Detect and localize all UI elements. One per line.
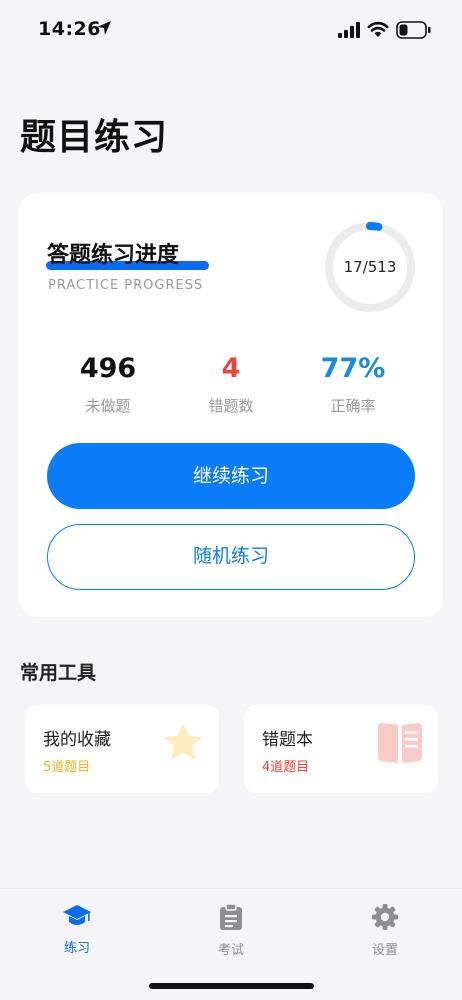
- location-arrow-icon: [97, 21, 111, 35]
- tab-practice[interactable]: 练习: [37, 903, 117, 956]
- stat-accuracy: 77% 正确率: [283, 351, 423, 416]
- tab-settings[interactable]: 设置: [345, 903, 425, 958]
- tab-exam[interactable]: 考试: [191, 903, 271, 958]
- progress-text: 17/513: [343, 258, 397, 276]
- mistakes-card[interactable]: 错题本 4道题目: [244, 705, 438, 793]
- continue-practice-button[interactable]: 继续练习: [47, 443, 415, 509]
- progress-ring: 17/513: [324, 221, 416, 313]
- wifi-icon: [367, 21, 389, 37]
- stat-value-unanswered: 496: [79, 353, 137, 384]
- home-indicator: [149, 983, 314, 989]
- battery-icon: [396, 21, 431, 39]
- mistakes-title: 错题本: [262, 730, 313, 750]
- favorites-title: 我的收藏: [43, 730, 111, 750]
- tools-section-title: 常用工具: [20, 662, 97, 684]
- card-subtitle: PRACTICE PROGRESS: [48, 278, 204, 293]
- tab-exam-label: 考试: [217, 943, 244, 958]
- page-title: 题目练习: [20, 117, 169, 158]
- stat-wrong: 4 错题数: [161, 351, 301, 416]
- status-bar: 14:26: [0, 0, 462, 60]
- status-time: 14:26: [38, 18, 101, 40]
- card-title-wrap: 答题练习进度: [46, 237, 209, 270]
- random-practice-button[interactable]: 随机练习: [47, 524, 415, 590]
- stat-label-accuracy: 正确率: [330, 397, 376, 415]
- stat-unanswered: 496 未做题: [38, 351, 178, 416]
- stat-value-accuracy: 77%: [320, 353, 386, 384]
- star-icon: [163, 723, 203, 760]
- gear-icon: [372, 904, 398, 930]
- book-icon: [378, 723, 422, 763]
- cellular-signal-icon: [338, 22, 360, 38]
- clipboard-icon: [220, 903, 242, 930]
- mistakes-count: 4道题目: [262, 760, 310, 775]
- favorites-count: 5道题目: [43, 760, 91, 775]
- stat-label-unanswered: 未做题: [85, 397, 131, 415]
- favorites-card[interactable]: 我的收藏 5道题目: [25, 705, 219, 793]
- progress-card: 答题练习进度 PRACTICE PROGRESS 17/513 496 未做题 …: [19, 193, 443, 617]
- stat-label-wrong: 错题数: [208, 397, 254, 415]
- tab-practice-label: 练习: [63, 941, 90, 956]
- stat-value-wrong: 4: [221, 353, 241, 384]
- tab-settings-label: 设置: [371, 943, 398, 958]
- graduation-cap-icon: [63, 905, 91, 925]
- stats-row: 496 未做题 4 错题数 77% 正确率: [19, 351, 443, 421]
- card-title: 答题练习进度: [47, 243, 180, 268]
